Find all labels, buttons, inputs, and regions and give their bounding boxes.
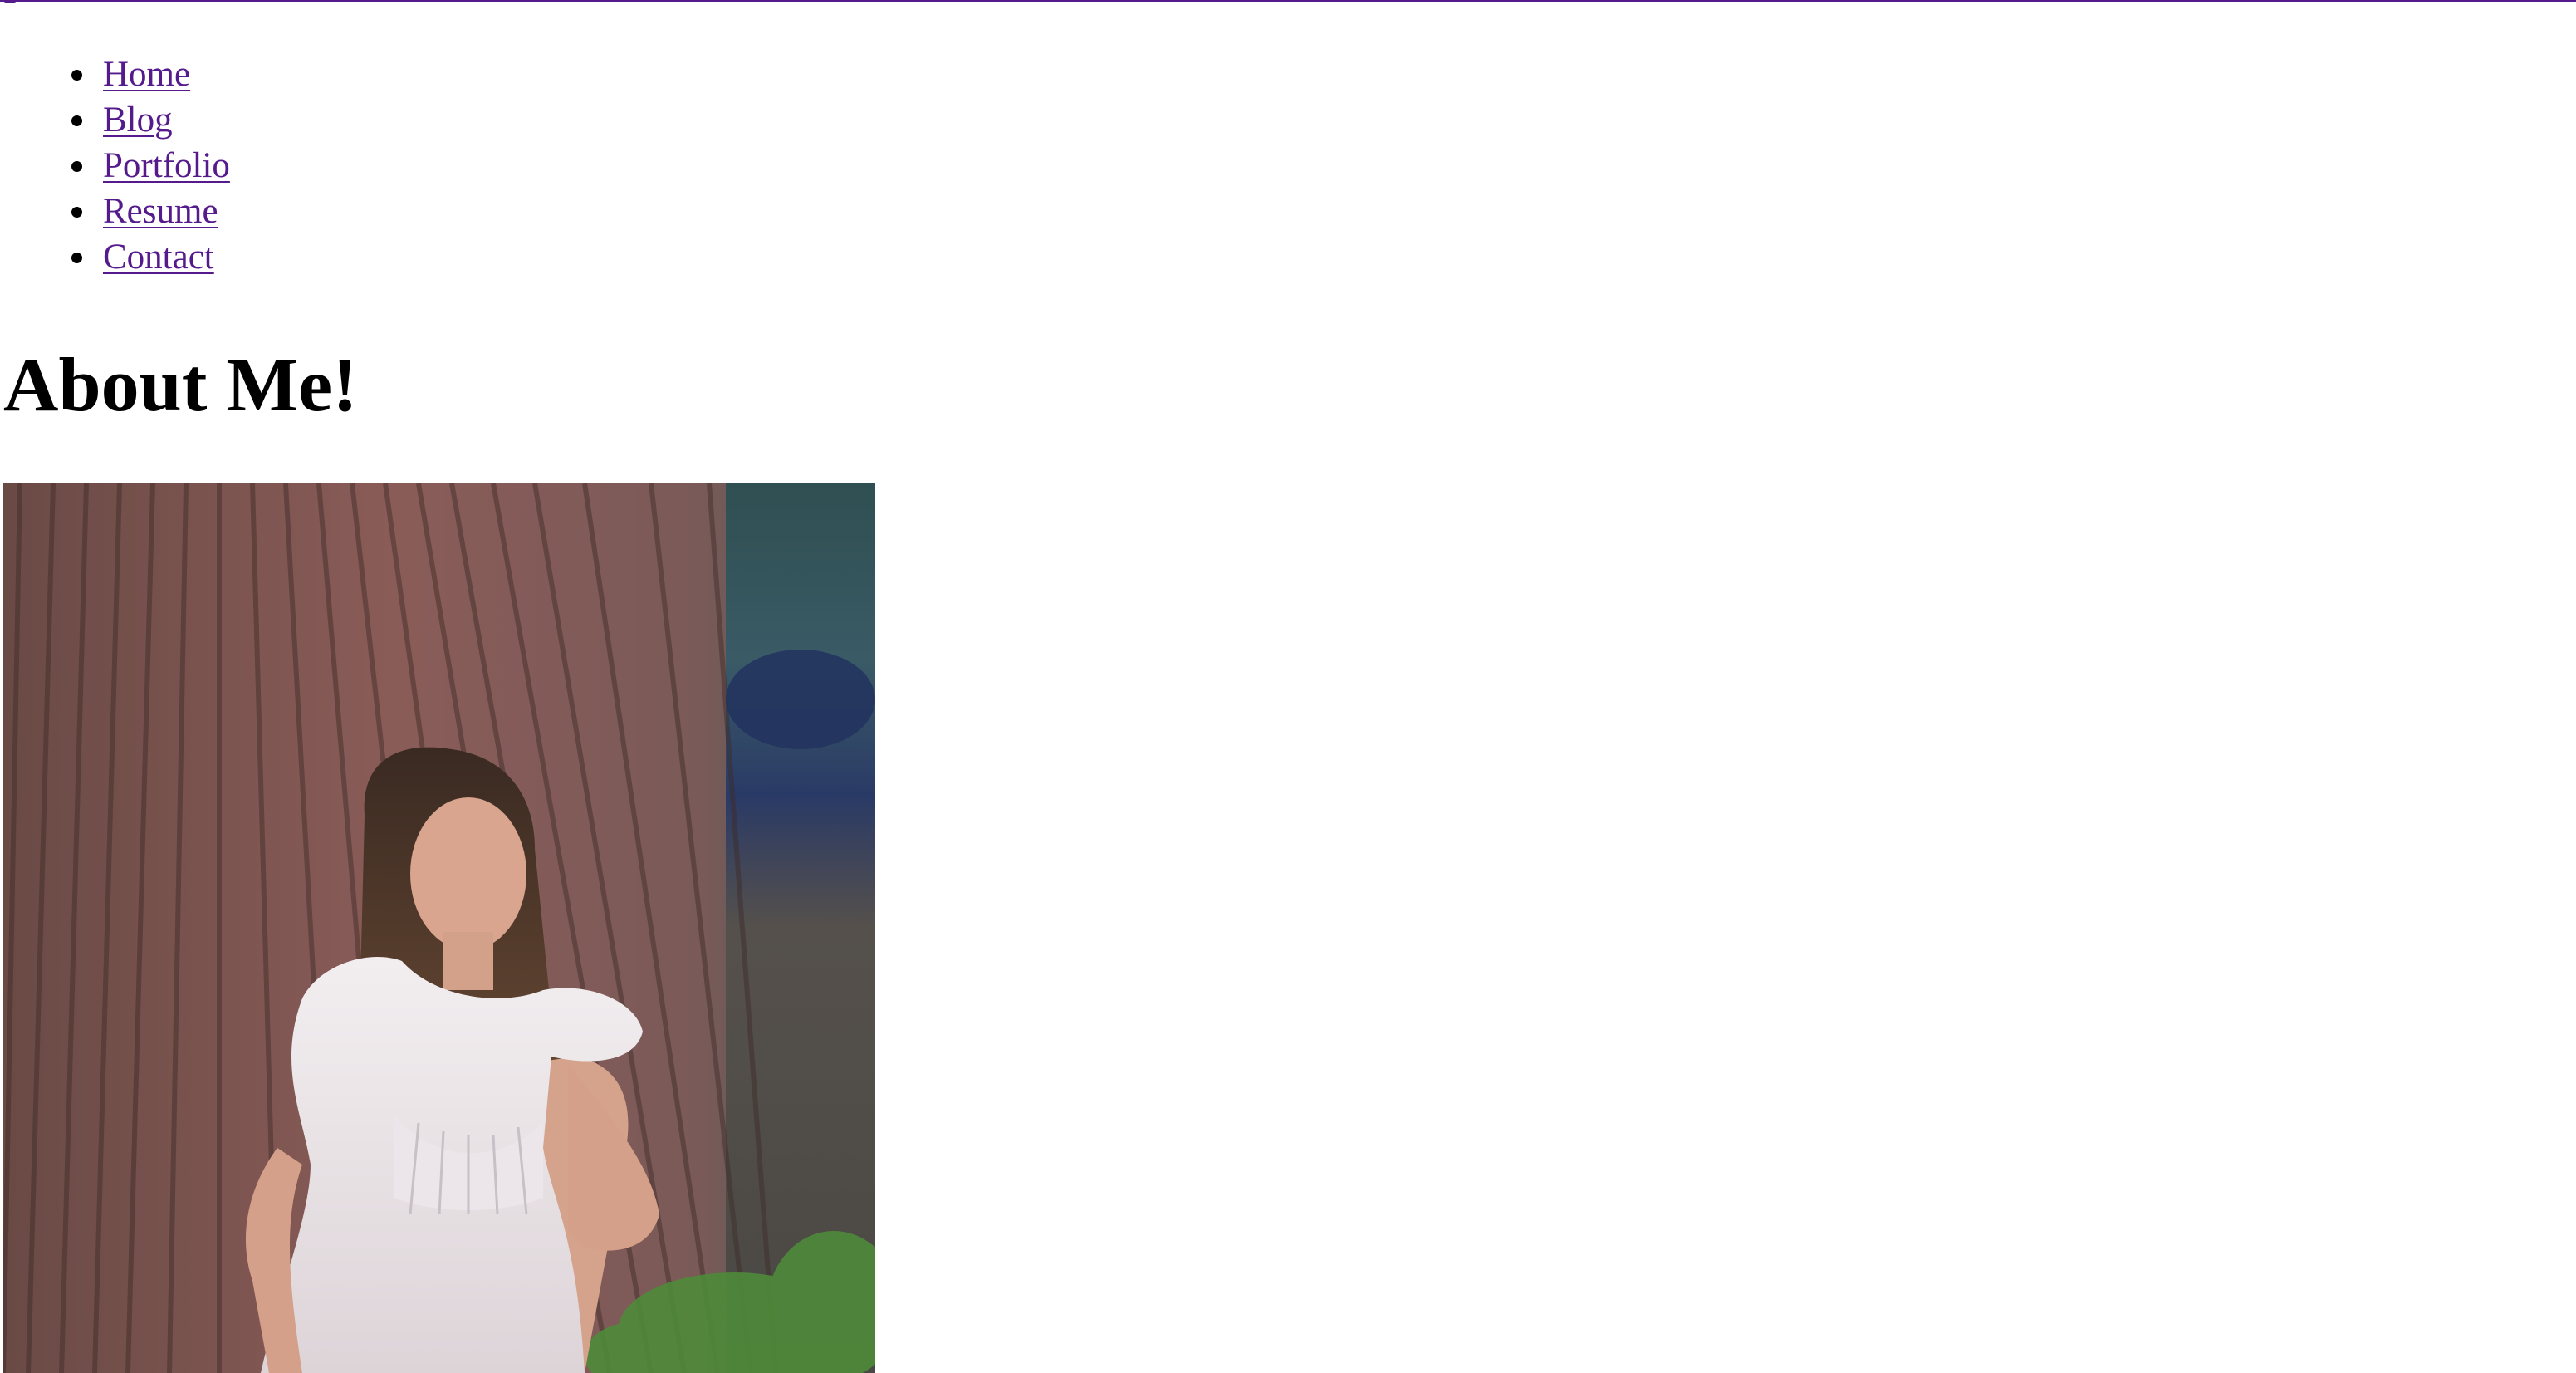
nav-item-resume: Resume bbox=[0, 189, 230, 234]
page-title: About Me! bbox=[3, 342, 358, 427]
nav-item-home: Home bbox=[0, 51, 230, 97]
list-bullet bbox=[71, 161, 82, 172]
nav-link-resume[interactable]: Resume bbox=[103, 192, 218, 231]
nav-link-blog[interactable]: Blog bbox=[103, 101, 173, 140]
list-bullet bbox=[71, 207, 82, 218]
top-link-remnant[interactable] bbox=[0, 0, 2576, 3]
profile-photo bbox=[3, 483, 875, 1373]
nav-item-contact: Contact bbox=[0, 234, 230, 280]
nav-link-contact[interactable]: Contact bbox=[103, 238, 214, 277]
nav-list: Home Blog Portfolio Resume Contact bbox=[0, 51, 230, 280]
main-navigation: Home Blog Portfolio Resume Contact bbox=[0, 51, 230, 280]
list-bullet bbox=[71, 115, 82, 126]
link-underline-fragment bbox=[3, 0, 17, 3]
list-bullet bbox=[71, 70, 82, 81]
nav-item-portfolio: Portfolio bbox=[0, 143, 230, 189]
nav-link-home[interactable]: Home bbox=[103, 55, 190, 94]
nav-link-portfolio[interactable]: Portfolio bbox=[103, 146, 230, 185]
list-bullet bbox=[71, 253, 82, 263]
nav-item-blog: Blog bbox=[0, 97, 230, 143]
